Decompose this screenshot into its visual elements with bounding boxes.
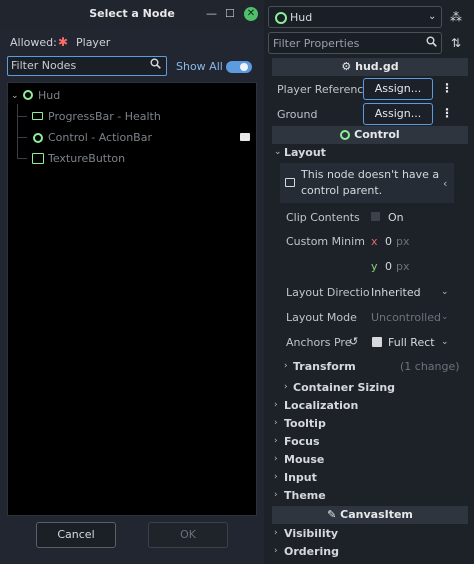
custom-min-x-axis: x (371, 235, 378, 248)
close-icon: ✕ (246, 8, 256, 19)
film-icon[interactable] (240, 133, 250, 141)
minimize-button[interactable]: — (206, 0, 217, 28)
custom-min-y-axis: y (371, 260, 378, 273)
custom-min-label: Custom Minim (286, 235, 365, 248)
anchors-preset-label: Anchors Pre (286, 336, 352, 349)
control-circle-icon (275, 12, 287, 24)
layout-section[interactable]: Layout (284, 146, 326, 159)
tree-line (17, 137, 27, 138)
layout-mode-label: Layout Mode (286, 311, 357, 324)
progressbar-icon (32, 112, 43, 120)
warning-text-line1: This node doesn't have a (301, 168, 440, 181)
gear-icon: ⚙ (341, 60, 352, 73)
warning-text-line2: control parent. (301, 184, 383, 197)
control-header[interactable]: Control (272, 126, 468, 144)
tree-item-progressbar[interactable]: ProgressBar - Health (48, 110, 161, 123)
tree-item-actionbar[interactable]: Control - ActionBar (48, 131, 152, 144)
show-all-label: Show All (176, 60, 223, 73)
clip-contents-label: Clip Contents (286, 211, 360, 224)
layout-mode-dropdown[interactable]: Uncontrolled (371, 311, 441, 324)
player-node-icon: ✱ (58, 35, 69, 49)
full-rect-icon (372, 337, 382, 347)
node-tree-icon[interactable]: ⁂ (450, 10, 462, 24)
expand-chevron-icon[interactable]: › (274, 400, 278, 410)
chevron-down-icon: ⌄ (441, 287, 449, 297)
expand-chevron-icon[interactable]: › (274, 472, 278, 482)
maximize-button[interactable]: ☐ (225, 0, 235, 28)
ground-label: Ground (277, 108, 318, 121)
close-button[interactable]: ✕ (244, 7, 258, 21)
anchors-preset-dropdown[interactable]: Full Rect (388, 336, 435, 349)
layout-direction-dropdown[interactable]: Inherited (371, 286, 421, 299)
expand-chevron-icon[interactable]: ⌄ (274, 147, 282, 157)
expand-chevron-icon[interactable]: ⌄ (11, 91, 19, 101)
node-name: Hud (290, 11, 313, 24)
custom-min-y-field[interactable]: 0 (385, 260, 392, 273)
custom-min-x-unit: px (396, 235, 410, 248)
expand-chevron-icon[interactable]: › (274, 490, 278, 500)
expand-chevron-icon[interactable]: › (274, 454, 278, 464)
tree-line (17, 116, 27, 117)
more-options-icon[interactable]: ⋮ (441, 81, 453, 95)
search-icon (150, 58, 161, 72)
ok-button[interactable]: OK (148, 522, 228, 548)
more-options-icon[interactable]: ⋮ (441, 106, 453, 120)
script-name: hud.gd (355, 60, 399, 73)
toggle-knob (240, 63, 248, 71)
tree-line (17, 104, 18, 159)
chevron-down-icon: ⌄ (441, 337, 449, 347)
localization-section[interactable]: Localization (284, 399, 358, 412)
tree-line (17, 158, 27, 159)
expand-chevron-icon[interactable]: › (274, 418, 278, 428)
focus-section[interactable]: Focus (284, 435, 320, 448)
ordering-section[interactable]: Ordering (284, 545, 339, 558)
canvasitem-header-label: CanvasItem (340, 508, 413, 521)
allowed-label: Allowed: (10, 36, 57, 49)
script-header[interactable]: ⚙ hud.gd (272, 58, 468, 76)
tree-item-hud[interactable]: Hud (38, 89, 60, 102)
custom-min-y-unit: px (396, 260, 410, 273)
visibility-section[interactable]: Visibility (284, 527, 338, 540)
player-reference-label: Player Referenc (277, 83, 364, 96)
expand-chevron-icon[interactable]: › (284, 382, 288, 392)
chevron-left-icon[interactable]: ‹ (443, 177, 447, 190)
filter-properties-placeholder: Filter Properties (273, 37, 360, 50)
node-warning-icon (285, 178, 295, 187)
tools-menu-icon[interactable]: ⇅ (451, 36, 461, 50)
show-all-toggle[interactable] (226, 61, 252, 73)
node-tree (7, 82, 257, 516)
mouse-section[interactable]: Mouse (284, 453, 324, 466)
assign-player-button[interactable]: Assign... (363, 78, 433, 100)
assign-ground-button[interactable]: Assign... (363, 103, 433, 125)
expand-chevron-icon[interactable]: › (274, 528, 278, 538)
chevron-down-icon: ⌄ (428, 11, 437, 22)
chevron-down-icon: ⌄ (441, 312, 449, 322)
tree-item-texturebutton[interactable]: TextureButton (48, 152, 125, 165)
theme-section[interactable]: Theme (284, 489, 326, 502)
brush-icon: ✎ (327, 508, 337, 521)
expand-chevron-icon[interactable]: › (274, 546, 278, 556)
canvasitem-header[interactable]: ✎ CanvasItem (272, 506, 468, 524)
control-header-label: Control (354, 128, 400, 141)
transform-section[interactable]: Transform (293, 360, 356, 373)
container-sizing-section[interactable]: Container Sizing (293, 381, 395, 394)
custom-min-x-field[interactable]: 0 (385, 235, 392, 248)
layout-direction-label: Layout Directio (286, 286, 370, 299)
clip-contents-value: On (388, 211, 404, 224)
clip-contents-checkbox[interactable] (371, 212, 380, 221)
transform-changes: (1 change) (400, 360, 460, 373)
revert-icon[interactable]: ↺ (349, 335, 358, 348)
search-icon (426, 36, 437, 50)
control-circle-icon (340, 130, 351, 140)
expand-chevron-icon[interactable]: › (284, 361, 288, 371)
allowed-type-label: Player (76, 36, 111, 49)
control-circle-icon (23, 90, 33, 100)
cancel-button[interactable]: Cancel (36, 522, 116, 548)
tooltip-section[interactable]: Tooltip (284, 417, 326, 430)
texturebutton-icon (32, 153, 44, 164)
control-circle-icon (33, 133, 43, 143)
filter-nodes-placeholder: Filter Nodes (11, 59, 77, 72)
expand-chevron-icon[interactable]: › (274, 436, 278, 446)
input-section[interactable]: Input (284, 471, 317, 484)
